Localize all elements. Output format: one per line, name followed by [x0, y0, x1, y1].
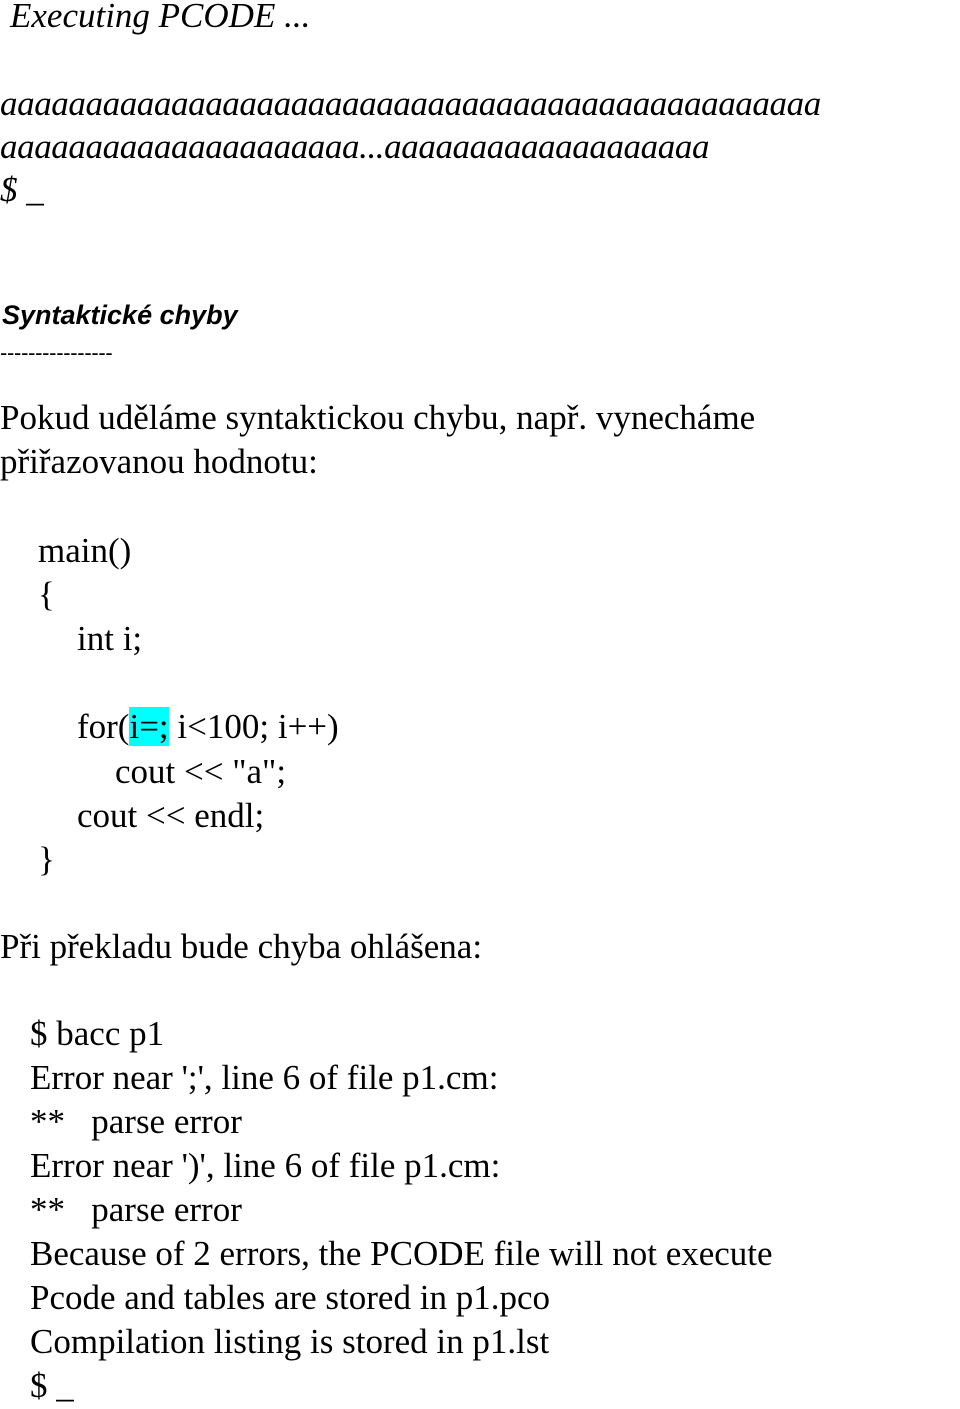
compiler-output-line: ** parse error — [30, 1190, 242, 1229]
compiler-output-line: Because of 2 errors, the PCODE file will… — [30, 1234, 773, 1273]
report-intro: Při překladu bude chyba ohlášena: — [0, 927, 483, 966]
code-line: } — [38, 840, 55, 879]
code-for-start: for( — [77, 707, 130, 746]
compiler-output-line: Error near ')', line 6 of file p1.cm: — [30, 1146, 501, 1185]
shell-prompt: $ _ — [0, 170, 44, 209]
code-line: cout << endl; — [77, 796, 265, 835]
compiler-output-line: ** parse error — [30, 1102, 242, 1141]
highlighted-error: i=; — [129, 707, 169, 746]
intro-text-line: Pokud uděláme syntaktickou chybu, např. … — [0, 398, 756, 437]
code-line-for: for(i=; i<100; i++) — [77, 705, 339, 749]
code-line: int i; — [77, 619, 143, 658]
program-output-line: aaaaaaaaaaaaaaaaaaaaaaaaaaaaaaaaaaaaaaaa… — [0, 84, 821, 123]
compiler-output-line: Compilation listing is stored in p1.lst — [30, 1322, 550, 1361]
compiler-output-line: $ bacc p1 — [30, 1014, 165, 1053]
intro-text-line: přiřazovanou hodnotu: — [0, 442, 318, 481]
shell-prompt: $ _ — [30, 1366, 74, 1405]
program-output-line: aaaaaaaaaaaaaaaaaaaaa...aaaaaaaaaaaaaaaa… — [0, 127, 710, 166]
compiler-output-line: Error near ';', line 6 of file p1.cm: — [30, 1058, 499, 1097]
executing-message: Executing PCODE ... — [10, 0, 311, 35]
code-line: main() — [38, 531, 132, 570]
compiler-output-line: Pcode and tables are stored in p1.pco — [30, 1278, 550, 1317]
heading-underline: ---------------- — [0, 340, 113, 365]
code-line: cout << "a"; — [115, 752, 287, 791]
code-line: { — [38, 575, 55, 614]
code-for-rest: i<100; i++) — [168, 707, 339, 746]
